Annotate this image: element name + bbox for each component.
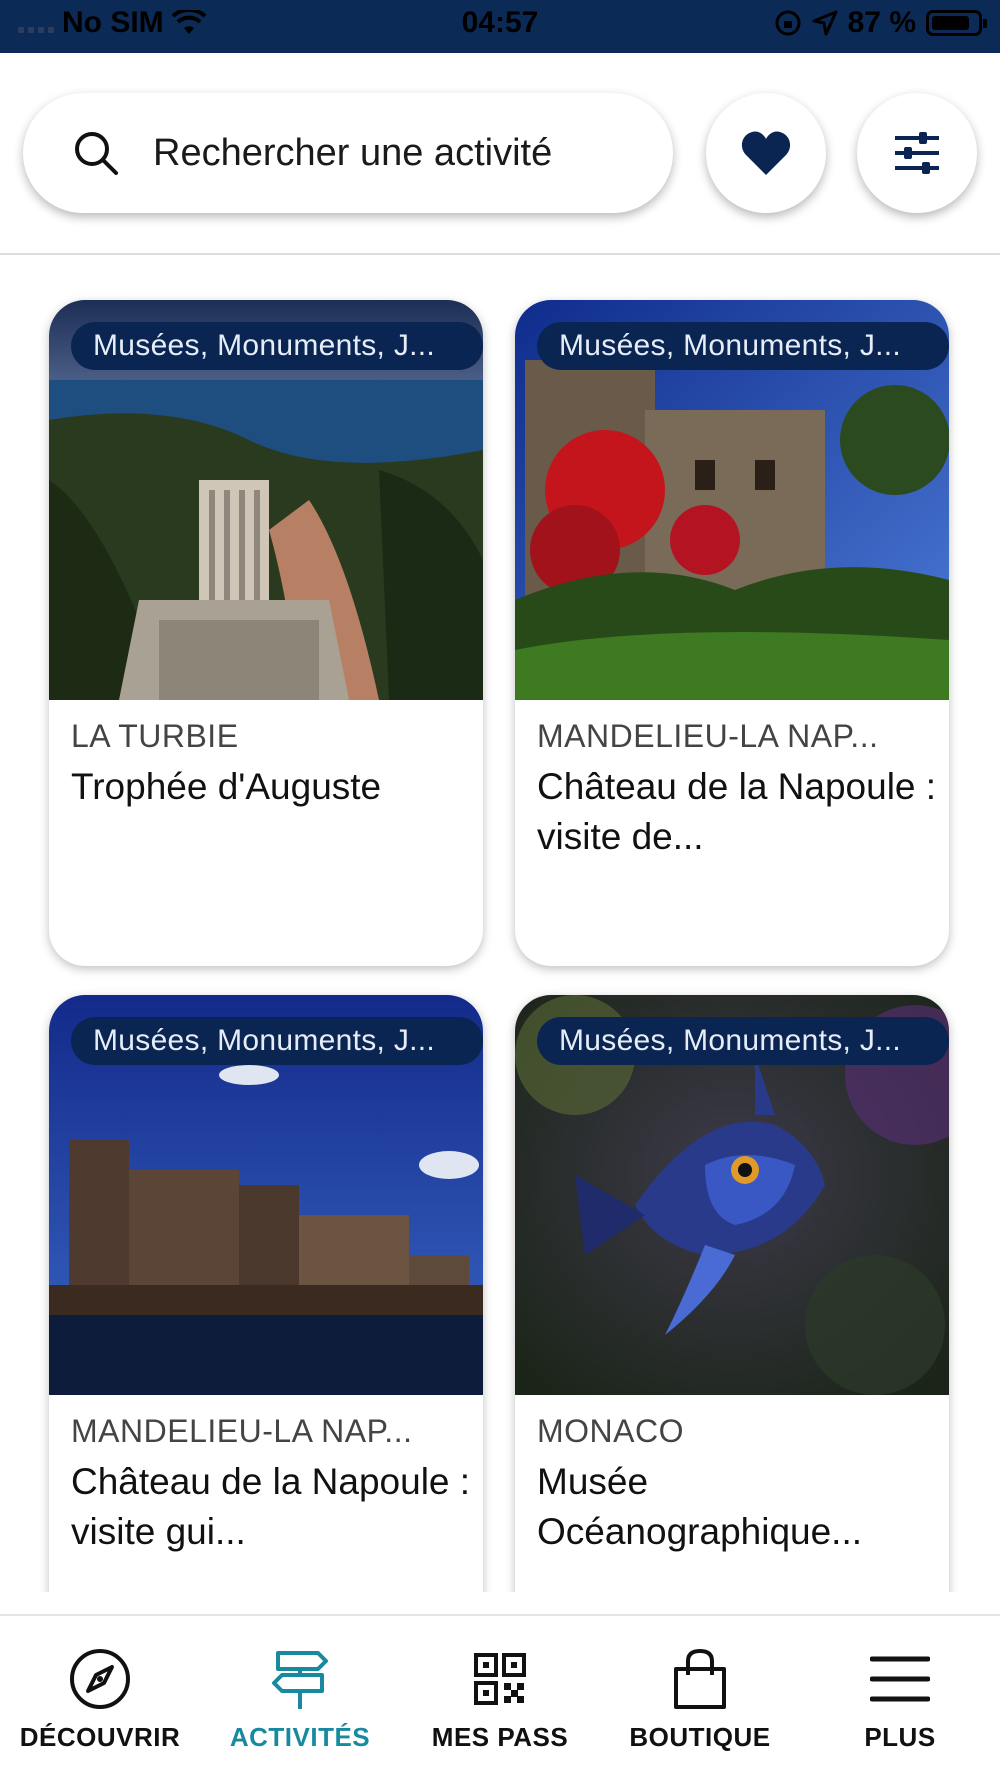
card-city: MANDELIEU-LA NAP... [71,1413,413,1449]
qr-code-icon [474,1653,526,1705]
favorites-button[interactable] [706,93,826,213]
card-title: Musée Océanographique... [537,1461,863,1552]
tab-label: ACTIVITÉS [229,1722,371,1752]
menu-icon [870,1656,930,1702]
heart-icon [741,131,791,175]
activity-card[interactable]: Musées, Monuments, J... MONACO Musée Océ… [515,995,949,1592]
orientation-lock-icon [775,10,801,36]
card-city: MONACO [537,1413,684,1449]
search-icon [75,132,118,175]
card-title: Château de la Napoule : visite gui... [71,1461,471,1552]
tab-label: DÉCOUVRIR [19,1722,181,1752]
activity-card[interactable]: Musées, Monuments, J... LA TURBIE Trophé… [49,300,483,966]
shopping-bag-icon [674,1648,726,1709]
category-badge: Musées, Monuments, J... [71,1017,483,1065]
compass-icon [70,1649,130,1709]
activity-card[interactable]: Musées, Monuments, J... MANDELIEU-LA NAP… [49,995,483,1592]
activity-grid: Musées, Monuments, J... LA TURBIE Trophé… [0,255,1000,1592]
category-badge: Musées, Monuments, J... [71,322,483,370]
card-title: Trophée d'Auguste [71,766,382,807]
tab-decouvrir[interactable]: DÉCOUVRIR [0,1646,200,1756]
search-bar[interactable] [23,93,673,213]
filter-button[interactable] [857,93,977,213]
battery-icon [926,10,987,36]
category-badge: Musées, Monuments, J... [537,1017,949,1065]
tab-plus[interactable]: PLUS [800,1646,1000,1756]
search-input[interactable] [153,131,623,175]
tab-boutique[interactable]: BOUTIQUE [600,1646,800,1756]
status-bar: No SIM 04:57 87 % [0,0,1000,53]
tab-activites[interactable]: ACTIVITÉS [200,1646,400,1756]
search-header [0,53,1000,255]
sliders-icon [895,132,939,174]
card-city: LA TURBIE [71,718,239,754]
category-badge: Musées, Monuments, J... [537,322,949,370]
bottom-tab-bar: DÉCOUVRIR ACTIVITÉS MES PASS BOUTIQUE PL… [0,1614,1000,1778]
tab-mes-pass[interactable]: MES PASS [400,1646,600,1756]
battery-percent: 87 % [847,6,916,39]
signpost-icon [272,1651,328,1709]
card-title: Château de la Napoule : visite de... [537,766,937,857]
tab-label: MES PASS [431,1722,569,1752]
activity-card[interactable]: Musées, Monuments, J... MANDELIEU-LA NAP… [515,300,949,966]
status-right: 87 % [774,6,987,40]
card-city: MANDELIEU-LA NAP... [537,718,879,754]
location-icon [812,10,838,36]
tab-label: BOUTIQUE [629,1722,771,1752]
tab-label: PLUS [864,1722,936,1752]
